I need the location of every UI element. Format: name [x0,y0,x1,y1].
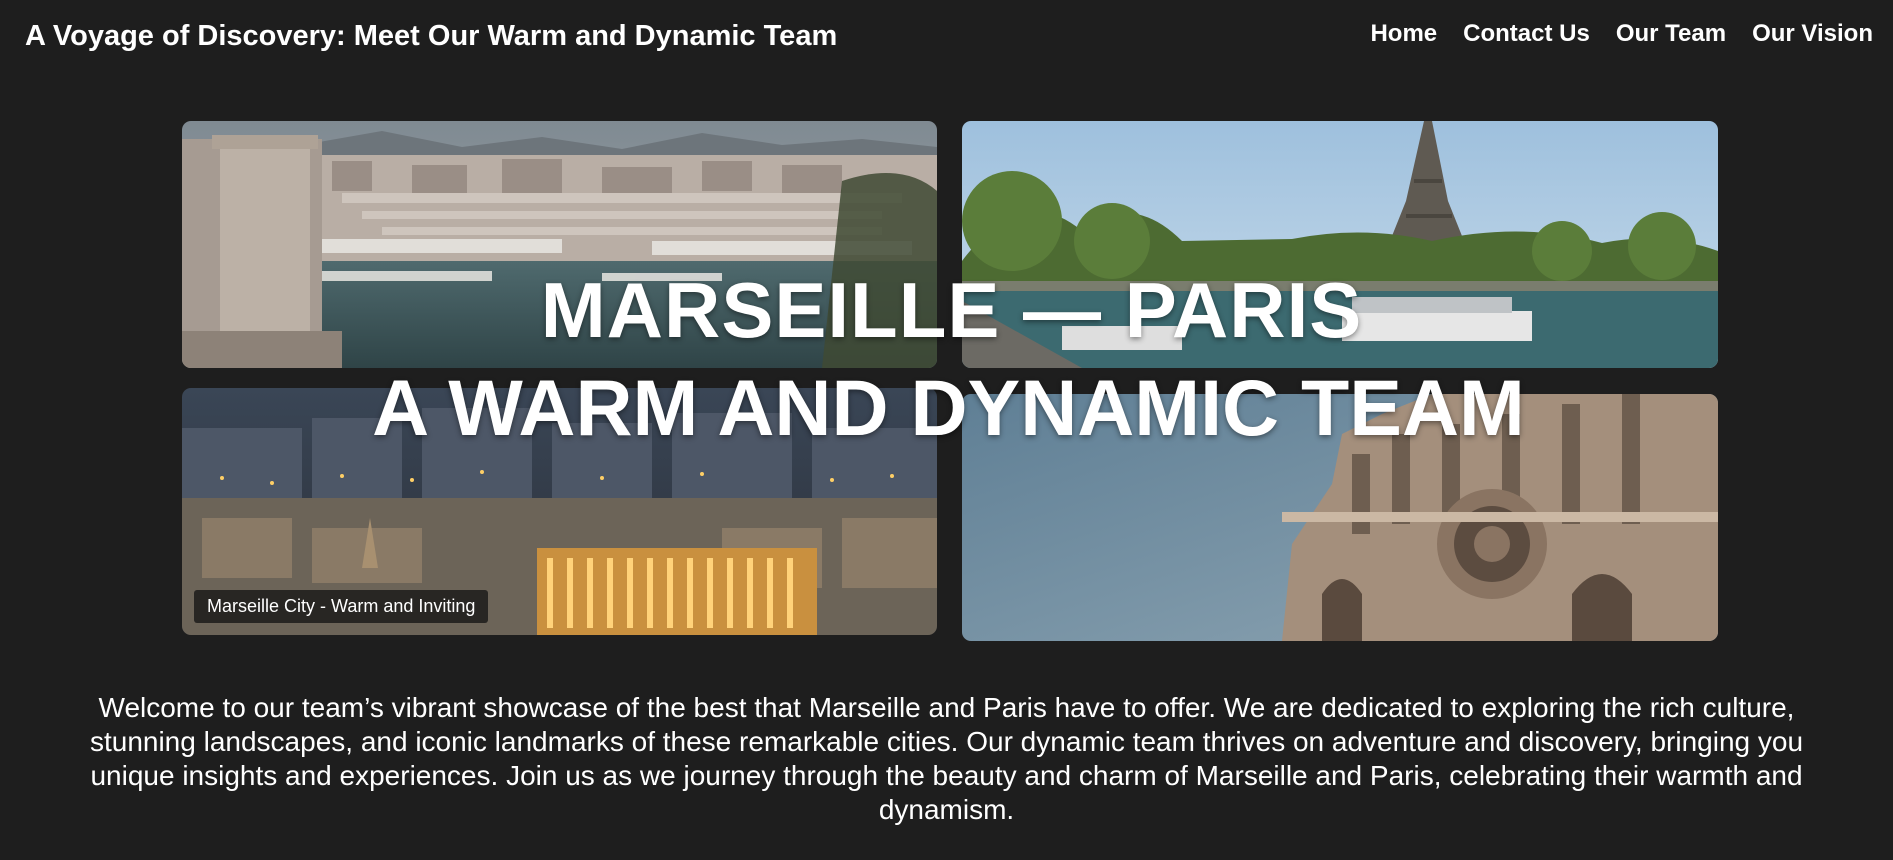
marseille-port-photo[interactable] [182,121,937,368]
marseille-caption: Marseille City - Warm and Inviting [194,590,489,623]
marseille-night-photo[interactable]: Marseille City - Warm and Inviting [182,388,937,635]
notre-dame-photo[interactable] [962,394,1718,641]
paris-eiffel-photo[interactable] [962,121,1718,368]
photo-gallery: Marseille City - Warm and Inviting [0,0,1893,660]
intro-paragraph: Welcome to our team’s vibrant showcase o… [89,692,1804,825]
